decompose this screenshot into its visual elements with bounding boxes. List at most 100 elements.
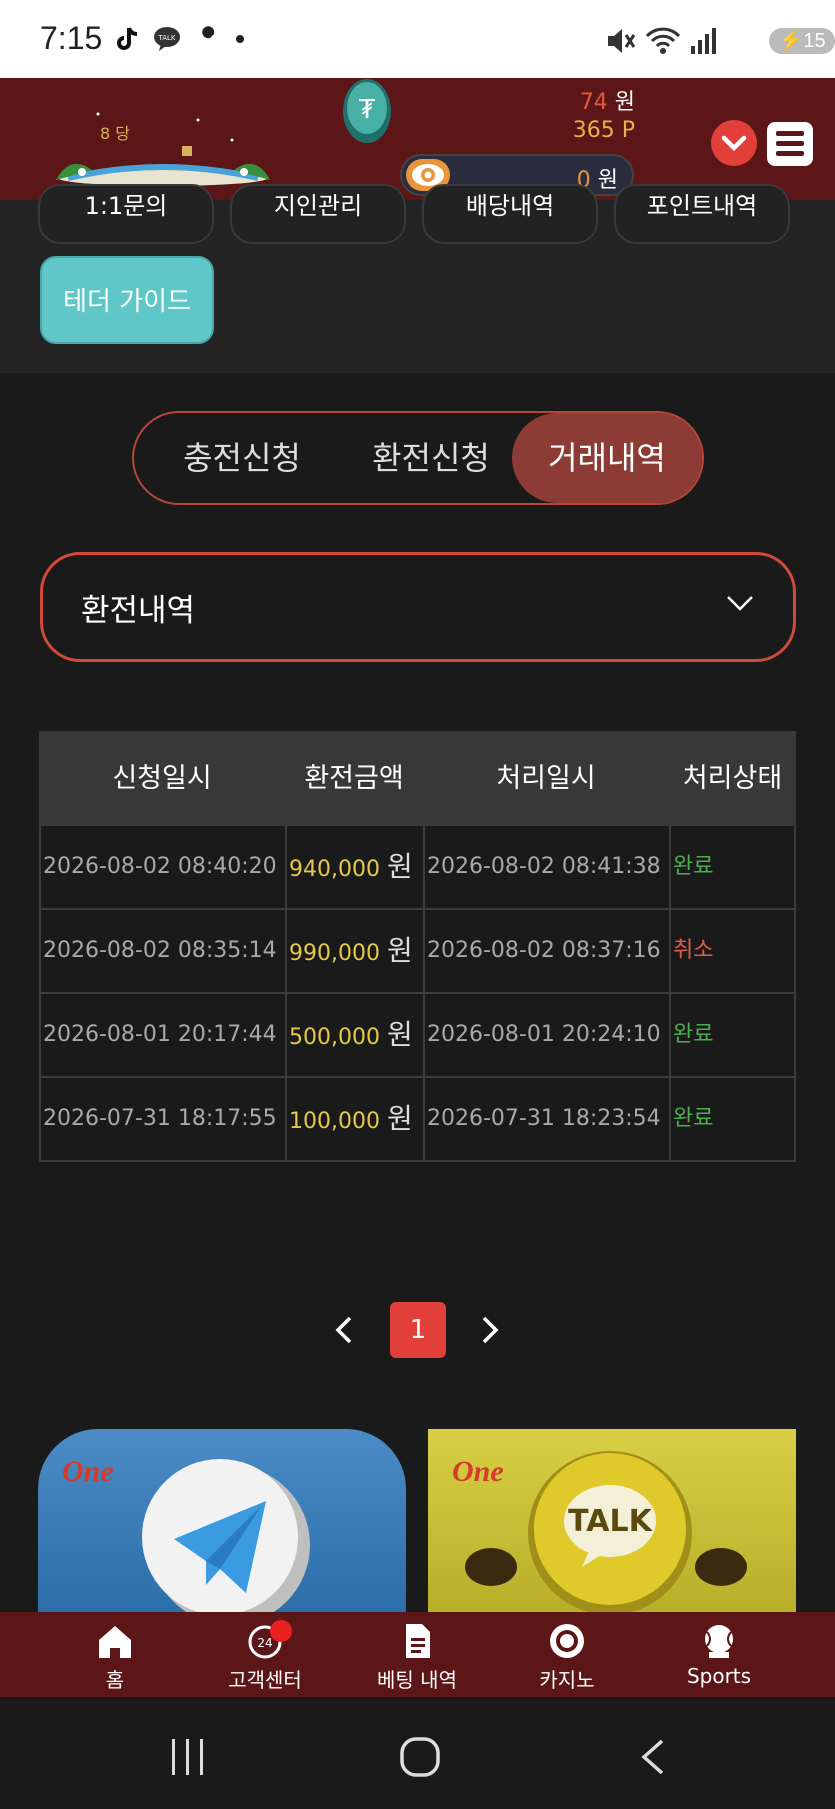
app-header: 8 당 ₮ 74 원 365 P 0 원 — [0, 78, 835, 200]
balance-won: 74 원 — [580, 84, 635, 116]
amount-unit: 원 — [386, 934, 413, 967]
bottom-nav: 홈 24 고객센터 베팅 내역 카지노 Sports — [0, 1612, 835, 1697]
amount-unit: 원 — [386, 1018, 413, 1051]
cell-status: 완료 — [673, 1022, 714, 1047]
payout-history-label: 배당내역 — [465, 192, 555, 220]
balance-points: 365 P — [572, 118, 635, 143]
cell-processed-time: 2026-08-02 08:41:38 — [425, 826, 671, 908]
cell-processed-time: 2026-08-02 08:37:16 — [425, 910, 671, 992]
table-header: 신청일시 환전금액 처리일시 처리상태 — [39, 731, 796, 826]
cell-amount: 100,000 원 — [287, 1078, 425, 1160]
nav-bet-history[interactable]: 베팅 내역 — [342, 1612, 492, 1697]
svg-text:₮: ₮ — [359, 95, 376, 125]
nav-support[interactable]: 24 고객센터 — [190, 1612, 340, 1697]
casino-chip-icon — [550, 1624, 584, 1658]
next-page-icon[interactable] — [478, 1314, 502, 1346]
table-row: 2026-07-31 18:17:55 100,000 원 2026-07-31… — [39, 1078, 796, 1162]
telegram-icon — [142, 1459, 310, 1613]
hamburger-menu-button[interactable] — [767, 122, 813, 166]
nav-sports[interactable]: Sports — [644, 1612, 794, 1697]
payout-history-button[interactable]: 배당내역 — [422, 184, 598, 244]
amount-value: 500,000 — [289, 1025, 380, 1050]
baseball-icon — [705, 1625, 733, 1658]
cell-status: 취소 — [673, 938, 714, 963]
friend-manage-button[interactable]: 지인관리 — [230, 184, 406, 244]
point-history-button[interactable]: 포인트내역 — [614, 184, 790, 244]
chevron-down-icon — [727, 596, 753, 611]
tab-withdraw[interactable]: 환전신청 — [342, 413, 520, 503]
tab-history[interactable]: 거래내역 — [512, 413, 702, 503]
back-icon[interactable] — [638, 1737, 668, 1777]
point-history-label: 포인트내역 — [646, 192, 758, 220]
hidden-balance-unit: 원 — [590, 168, 618, 193]
signal-icon — [691, 28, 716, 54]
nav-sports-label: Sports — [686, 1664, 752, 1688]
amount-value: 940,000 — [289, 857, 380, 882]
notification-badge — [270, 1620, 292, 1642]
menu-line — [776, 141, 804, 146]
page-number[interactable]: 1 — [390, 1302, 446, 1358]
table-row: 2026-08-02 08:40:20 940,000 원 2026-08-02… — [39, 826, 796, 910]
amount-value: 990,000 — [289, 941, 380, 966]
battery-icon: ⚡15 — [769, 28, 835, 54]
wifi-icon — [645, 27, 681, 54]
transaction-tabs: 충전신청 환전신청 거래내역 — [132, 411, 704, 505]
dot-icon — [236, 35, 244, 43]
brand-logo: One — [452, 1455, 504, 1488]
kakaotalk-banner[interactable]: One TALK — [428, 1429, 796, 1613]
cell-amount: 940,000 원 — [287, 826, 425, 908]
amount-unit: 원 — [386, 850, 413, 883]
kakaotalk-icon: TALK — [528, 1451, 692, 1613]
select-value: 환전내역 — [81, 593, 196, 629]
chevron-down-icon — [721, 135, 747, 152]
cell-request-time: 2026-07-31 18:17:55 — [41, 1078, 287, 1160]
mute-icon — [608, 29, 636, 53]
status-time: 7:15 — [40, 20, 103, 56]
nav-home[interactable]: 홈 — [40, 1612, 190, 1697]
tether-guide-button[interactable]: 테더 가이드 — [40, 256, 214, 344]
pagination: 1 — [0, 1302, 835, 1358]
site-logo[interactable] — [48, 92, 278, 192]
system-nav-bar — [0, 1697, 835, 1809]
prev-page-icon[interactable] — [332, 1314, 356, 1346]
home-icon — [99, 1626, 131, 1658]
recents-icon[interactable] — [168, 1737, 208, 1777]
cell-processed-time: 2026-07-31 18:23:54 — [425, 1078, 671, 1160]
col-request-time: 신청일시 — [112, 763, 212, 794]
status-icons-left: TALK — [112, 24, 248, 54]
tab-deposit[interactable]: 충전신청 — [154, 413, 330, 503]
nav-support-label: 고객센터 — [228, 1668, 302, 1692]
inquiry-button[interactable]: 1:1문의 — [38, 184, 214, 244]
cell-request-time: 2026-08-02 08:40:20 — [41, 826, 287, 908]
tether-coin-icon: ₮ — [343, 79, 391, 143]
dropdown-button[interactable] — [711, 120, 757, 166]
tiktok-icon — [117, 27, 138, 50]
cell-amount: 990,000 원 — [287, 910, 425, 992]
telegram-banner[interactable]: One — [38, 1429, 406, 1613]
amount-unit: 원 — [386, 1102, 413, 1135]
quick-menu-panel: 1:1문의 지인관리 배당내역 포인트내역 테더 가이드 — [0, 184, 835, 373]
battery-level: 15 — [803, 30, 826, 52]
friend-manage-label: 지인관리 — [273, 192, 363, 220]
col-amount: 환전금액 — [304, 763, 404, 794]
history-type-select[interactable]: 환전내역 — [40, 552, 796, 662]
talk-bubble-icon — [695, 1548, 747, 1586]
table-row: 2026-08-02 08:35:14 990,000 원 2026-08-02… — [39, 910, 796, 994]
home-nav-icon[interactable] — [398, 1735, 442, 1779]
col-status: 처리상태 — [682, 763, 783, 794]
table-row: 2026-08-01 20:17:44 500,000 원 2026-08-01… — [39, 994, 796, 1078]
nav-bet-history-label: 베팅 내역 — [377, 1668, 457, 1692]
cell-status: 완료 — [673, 1106, 714, 1131]
nav-casino-label: 카지노 — [539, 1668, 595, 1692]
document-icon — [406, 1624, 430, 1658]
balance-won-unit: 원 — [607, 90, 635, 115]
nav-casino[interactable]: 카지노 — [492, 1612, 642, 1697]
wrench-icon — [198, 26, 215, 50]
amount-value: 100,000 — [289, 1109, 380, 1134]
cell-processed-time: 2026-08-01 20:24:10 — [425, 994, 671, 1076]
cell-amount: 500,000 원 — [287, 994, 425, 1076]
cell-request-time: 2026-08-02 08:35:14 — [41, 910, 287, 992]
status-icons-right: ⚡15 — [605, 24, 835, 58]
withdraw-history-table: 신청일시 환전금액 처리일시 처리상태 2026-08-02 08:40:20 … — [39, 731, 796, 1162]
talk-icon: TALK — [154, 27, 180, 51]
